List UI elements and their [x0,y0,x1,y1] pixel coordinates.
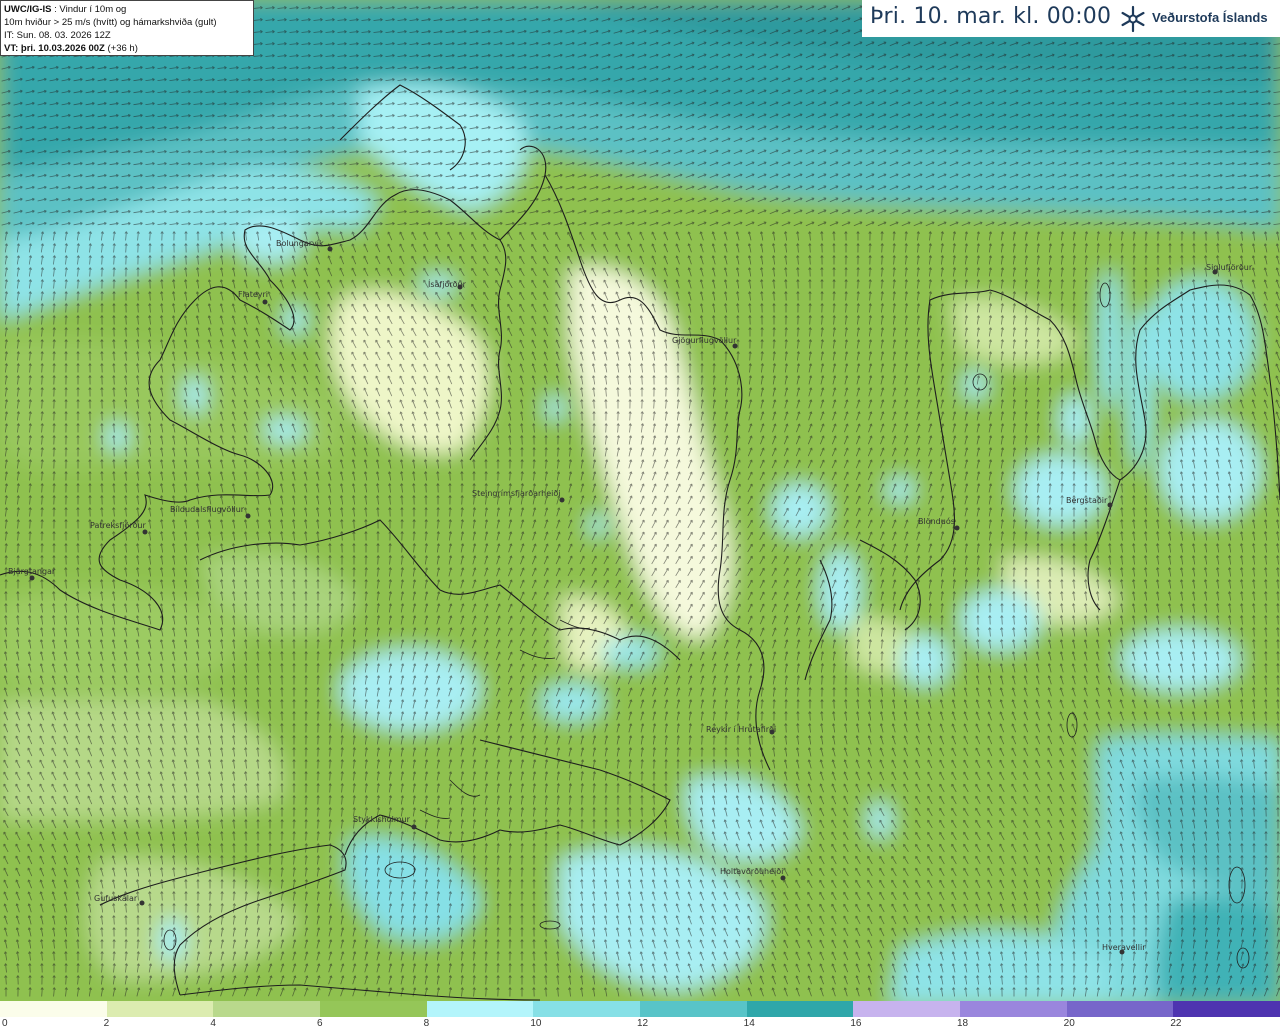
colorbar-label: 20 [1063,1018,1075,1029]
colorbar-label: 10 [530,1018,542,1029]
place-label: Steingrímsfjarðarheiði [472,489,561,498]
place-label: Bergstaðir [1066,496,1108,505]
place-label: Gufuskálar [94,894,138,903]
vedurstofa-logo[interactable]: Veðurstofa Íslands [1118,4,1278,34]
logo-text: Veðurstofa Íslands [1152,10,1268,25]
colorbar-swatch [960,1001,1068,1017]
colorbar-label: 14 [743,1018,755,1029]
colorbar-swatch [0,1001,108,1017]
colorbar-label: 18 [957,1018,969,1029]
colorbar-swatch [426,1001,534,1017]
colorbar-swatch [533,1001,641,1017]
lead-time: (+36 h) [104,43,138,54]
gust-desc: 10m hviður > 25 m/s (hvítt) og hámarkshv… [4,17,217,28]
place-label: Siglufjörður [1206,263,1253,272]
colorbar-swatch [746,1001,854,1017]
colorbar-swatch [640,1001,748,1017]
place-label: Patreksfjörður [90,521,147,530]
colorbar-label: 16 [850,1018,862,1029]
place-label: Reykir í Hrútafirði [706,725,776,734]
date-banner: Þri. 10. mar. kl. 00:00 Veðurstofa Íslan… [862,0,1280,37]
snowflake-logo-icon [1121,5,1145,33]
wind-speed-colorbar: 0 2 4 6 8 10 12 14 16 18 20 22 [0,1001,1280,1030]
colorbar-swatch [1066,1001,1174,1017]
place-label: Blönduós [918,516,955,526]
colorbar-label: 0 [2,1018,8,1029]
place-label: Ísafjörður [428,278,467,289]
colorbar-swatch [106,1001,214,1017]
colorbar-label: 12 [637,1018,649,1029]
weather-map-view: Bolungarvík Ísafjörður Flateyri Patreksf… [0,0,1280,1030]
place-label: Holtavörðuheiði [720,867,783,876]
colorbar-swatch [213,1001,321,1017]
wind-speed-field [0,0,1280,1030]
colorbar-label: 4 [210,1018,216,1029]
model-name: UWC/IG-IS [4,4,52,15]
colorbar-label: 6 [317,1018,323,1029]
colorbar-swatch [853,1001,961,1017]
place-label: Bolungarvík [276,239,324,248]
date-title: Þri. 10. mar. kl. 00:00 [870,4,1112,29]
colorbar-label: 22 [1170,1018,1182,1029]
valid-time: VT: þri. 10.03.2026 00Z [4,43,105,54]
place-label: Hveravellir [1102,943,1146,952]
place-label: Bjargtangar [8,567,56,576]
place-label: Stykkishólmur [353,814,411,824]
colorbar-label: 8 [423,1018,430,1029]
colorbar-label: 2 [103,1018,110,1029]
place-label: Gjögurflugvöllur [672,336,737,345]
forecast-info-box: UWC/IG-IS : Vindur í 10m og 10m hviður >… [0,0,254,56]
wind-map: Bolungarvík Ísafjörður Flateyri Patreksf… [0,0,1280,1030]
colorbar-swatch [320,1001,428,1017]
place-label: Flateyri [238,290,268,299]
model-desc: : Vindur í 10m og [51,4,127,15]
place-label: Bíldudalsflugvöllur [170,505,245,514]
init-time: IT: Sun. 08. 03. 2026 12Z [4,30,111,41]
colorbar-swatch [1173,1001,1280,1017]
